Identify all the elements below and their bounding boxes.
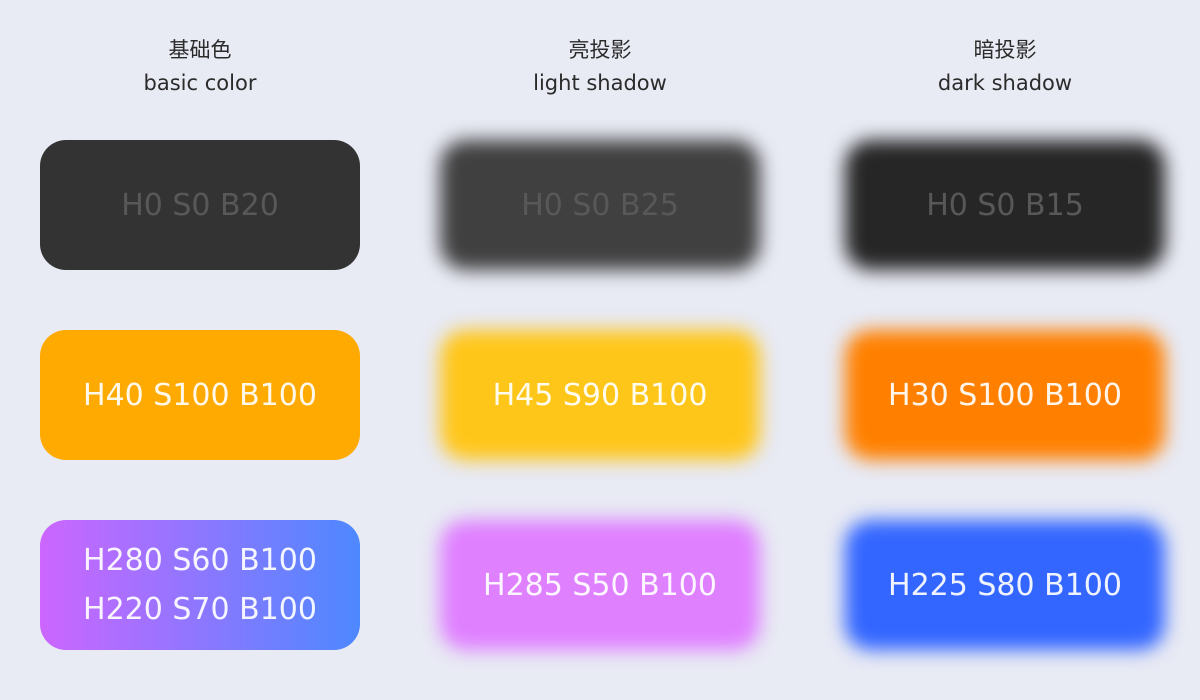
swatch-value: H225 S80 B100 bbox=[888, 567, 1122, 603]
swatch-value: H0 S0 B25 bbox=[521, 187, 679, 223]
column-title-en: basic color bbox=[143, 71, 257, 95]
swatch-value-line-1: H280 S60 B100 bbox=[83, 543, 317, 578]
swatch-value: H0 S0 B20 bbox=[121, 187, 279, 223]
column-heading-basic: 基础色 basic color bbox=[40, 34, 360, 100]
swatch-basic-orange: H40 S100 B100 bbox=[40, 330, 360, 460]
swatch-value: H40 S100 B100 bbox=[83, 377, 317, 413]
column-title-zh: 基础色 bbox=[168, 38, 232, 62]
swatch-value: H45 S90 B100 bbox=[492, 377, 708, 413]
swatch-label-light-shadow-yellow: H45 S90 B100 bbox=[440, 330, 760, 460]
swatch-basic-gradient: H280 S60 B100 H220 S70 B100 bbox=[40, 520, 360, 650]
column-title-zh: 暗投影 bbox=[973, 38, 1037, 62]
color-shadow-board: 基础色 basic color 亮投影 light shadow 暗投影 dar… bbox=[0, 0, 1200, 700]
column-title-zh: 亮投影 bbox=[568, 38, 632, 62]
swatch-label-dark-shadow-orange: H30 S100 B100 bbox=[845, 330, 1165, 460]
swatch-basic-gray: H0 S0 B20 bbox=[40, 140, 360, 270]
swatch-value-line-2: H220 S70 B100 bbox=[83, 592, 317, 627]
swatch-value: H0 S0 B15 bbox=[926, 187, 1084, 223]
swatch-label-dark-shadow-blue: H225 S80 B100 bbox=[845, 520, 1165, 650]
swatch-value: H30 S100 B100 bbox=[888, 377, 1122, 413]
swatch-value: H285 S50 B100 bbox=[483, 567, 717, 603]
column-title-en: light shadow bbox=[533, 71, 667, 95]
swatch-label-light-shadow-gray: H0 S0 B25 bbox=[440, 140, 760, 270]
swatch-label-dark-shadow-gray: H0 S0 B15 bbox=[845, 140, 1165, 270]
column-heading-light-shadow: 亮投影 light shadow bbox=[440, 34, 760, 100]
swatch-label-light-shadow-violet: H285 S50 B100 bbox=[440, 520, 760, 650]
column-heading-dark-shadow: 暗投影 dark shadow bbox=[845, 34, 1165, 100]
column-title-en: dark shadow bbox=[937, 71, 1073, 95]
